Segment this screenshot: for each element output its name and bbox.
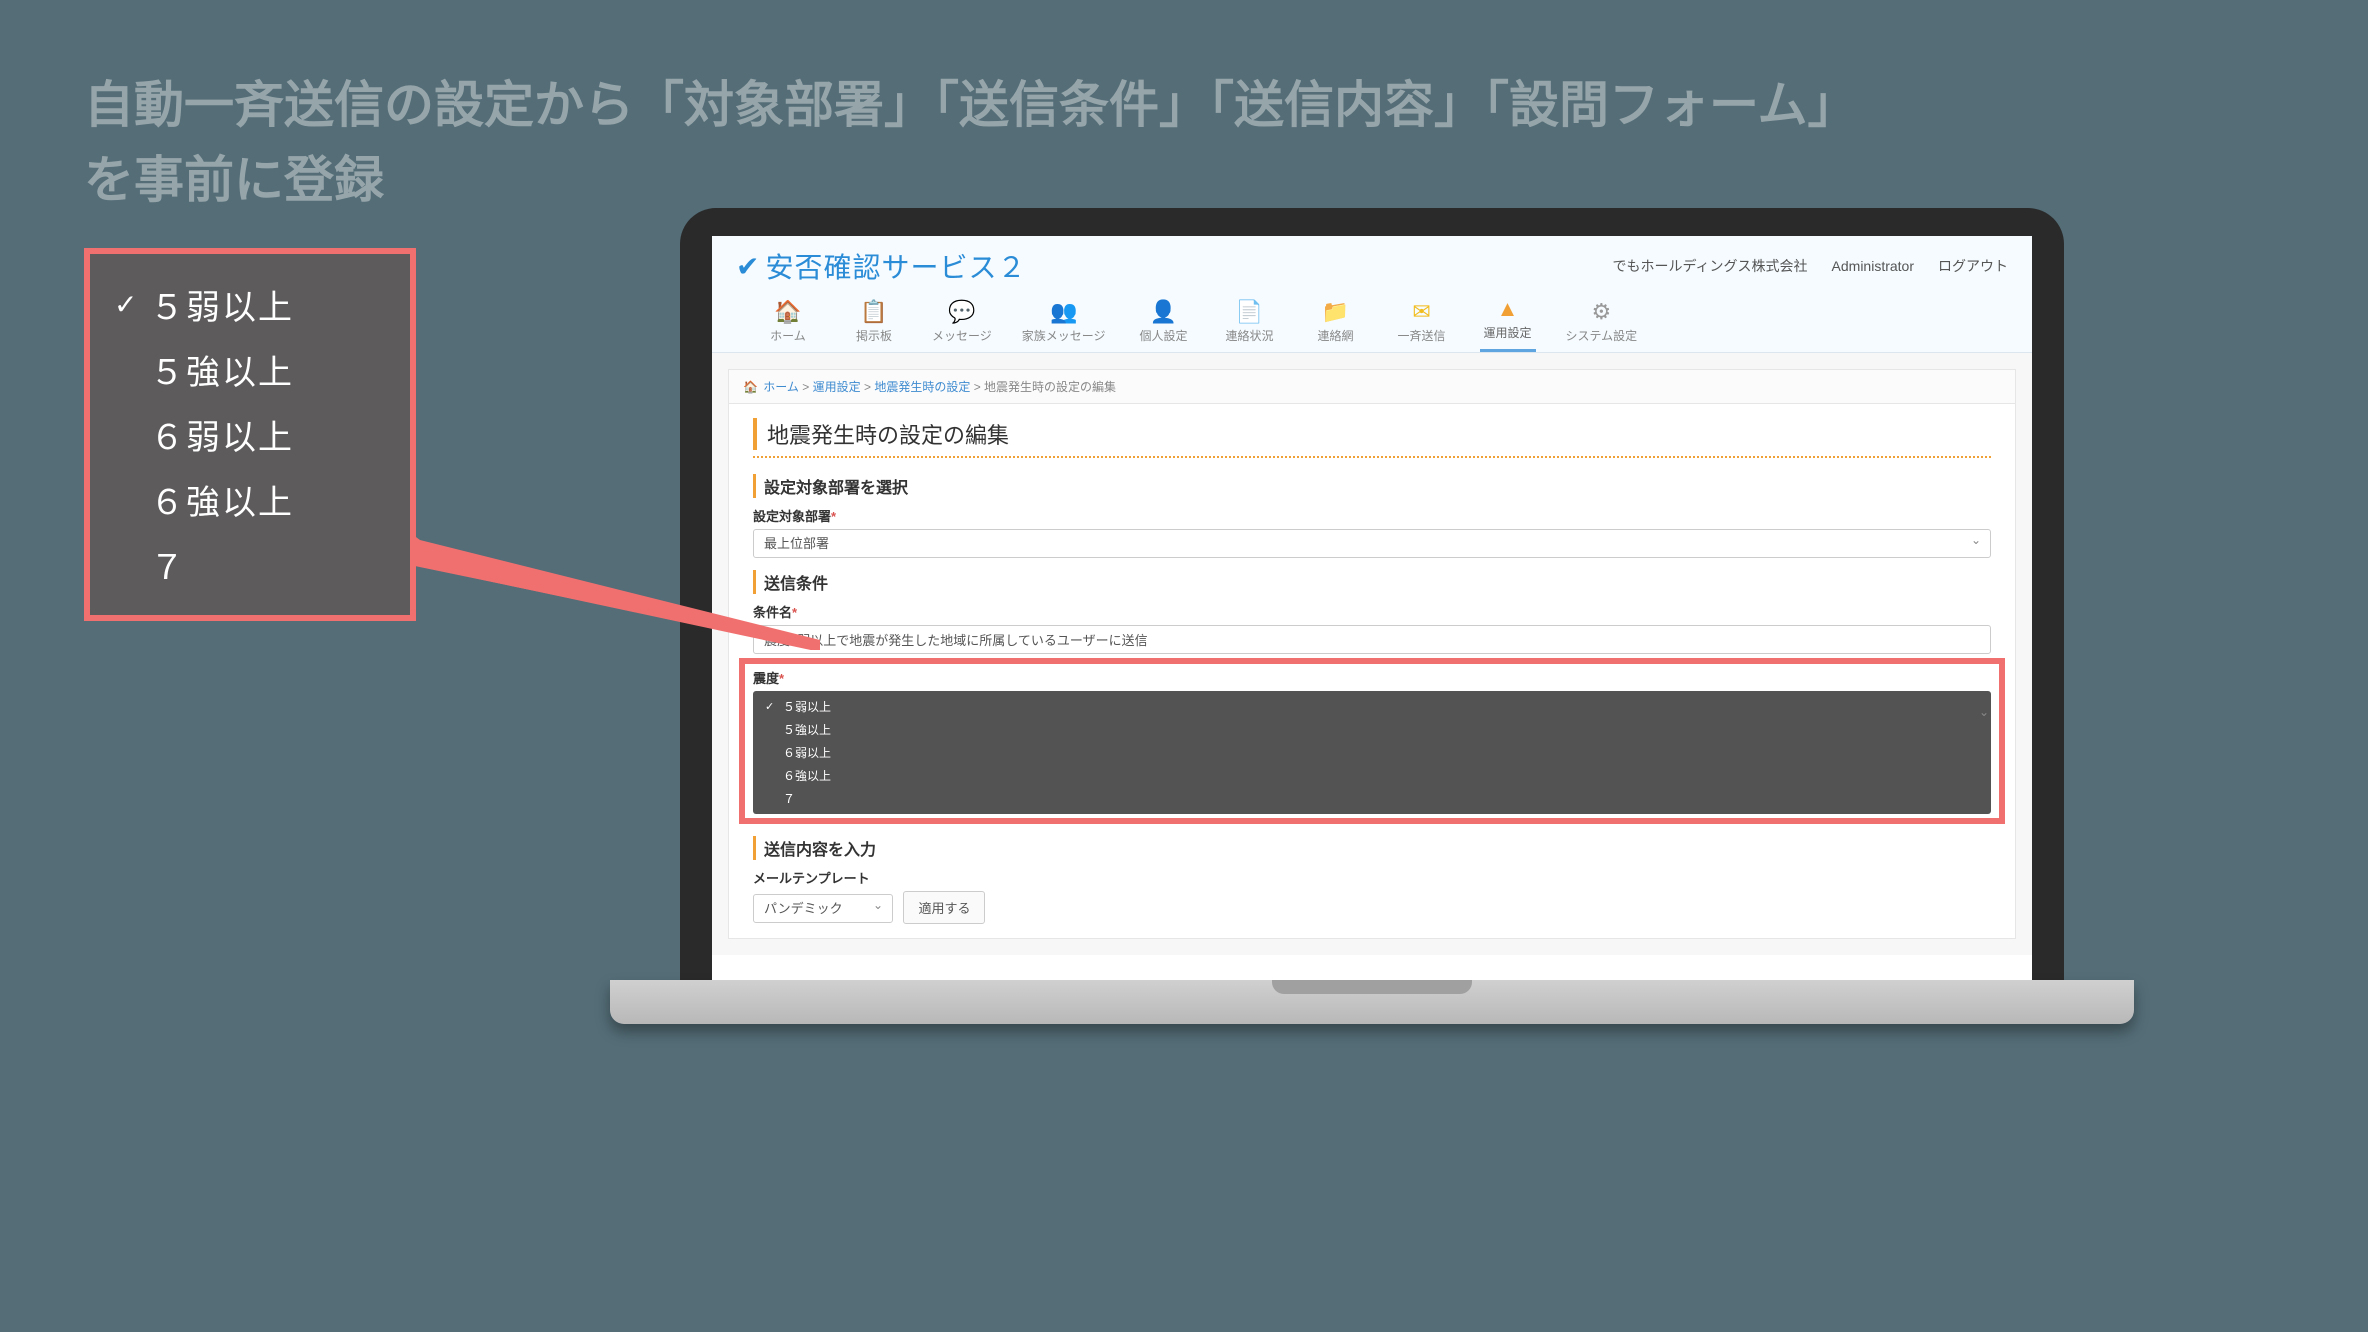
user-link[interactable]: Administrator: [1832, 258, 1914, 274]
company-name: でもホールディングス株式会社: [1613, 256, 1808, 276]
callout-option-label: ５弱以上: [150, 280, 294, 329]
nav-icon: 💬: [948, 299, 975, 325]
intensity-option-1[interactable]: ５強以上: [753, 718, 1991, 741]
breadcrumb-home[interactable]: ホーム: [763, 380, 799, 394]
department-label: 設定対象部署*: [753, 506, 1991, 525]
nav-item-7[interactable]: ✉ 一斉送信: [1394, 299, 1450, 352]
check-icon: ✓: [114, 288, 142, 321]
check-icon: ✓: [765, 700, 777, 713]
nav-label: メッセージ: [932, 327, 992, 344]
nav-label: 個人設定: [1140, 327, 1188, 344]
laptop-base: [610, 980, 2134, 1024]
intensity-callout: ✓５弱以上 ５強以上 ６弱以上 ６強以上 ７: [84, 248, 416, 621]
template-label: メールテンプレート: [753, 868, 1991, 887]
breadcrumb-l2[interactable]: 地震発生時の設定: [874, 380, 970, 394]
apply-button[interactable]: 適用する: [903, 891, 985, 924]
app-screen: ✔ 安否確認サービス２ でもホールディングス株式会社 Administrator…: [712, 236, 2032, 980]
intensity-option-3[interactable]: ６強以上: [753, 764, 1991, 787]
nav-item-4[interactable]: 👤 個人設定: [1136, 299, 1192, 352]
nav-item-3[interactable]: 👥 家族メッセージ: [1022, 299, 1106, 352]
brand-text: 安否確認サービス２: [765, 246, 1026, 286]
nav-icon: 📋: [860, 299, 887, 325]
nav-label: 連絡網: [1318, 327, 1354, 344]
nav-item-8[interactable]: ▲ 運用設定: [1480, 296, 1536, 352]
slide-title: 自動一斉送信の設定から「対象部署」「送信条件」「送信内容」「設問フォーム」を事前…: [84, 68, 1884, 218]
laptop-mockup: ✔ 安否確認サービス２ でもホールディングス株式会社 Administrator…: [680, 208, 2064, 1024]
nav-label: 家族メッセージ: [1022, 327, 1106, 344]
intensity-highlight: 震度* ✓５弱以上 ５強以上 ６弱以上 ６強以上 ７: [739, 658, 2005, 824]
brand-leaf-icon: ✔: [736, 250, 759, 283]
nav-icon: 🏠: [774, 299, 801, 325]
department-select[interactable]: 最上位部署: [753, 529, 1991, 558]
breadcrumb-l1[interactable]: 運用設定: [813, 380, 861, 394]
nav-item-5[interactable]: 📄 連絡状況: [1222, 299, 1278, 352]
nav-icon: 👤: [1150, 299, 1177, 325]
callout-option-2: ６弱以上: [114, 402, 386, 467]
nav-label: 掲示板: [856, 327, 892, 344]
nav-item-1[interactable]: 📋 掲示板: [846, 299, 902, 352]
intensity-label: 震度*: [753, 668, 1991, 687]
nav-item-6[interactable]: 📁 連絡網: [1308, 299, 1364, 352]
nav-item-9[interactable]: ⚙ システム設定: [1566, 299, 1638, 352]
nav-item-2[interactable]: 💬 メッセージ: [932, 299, 992, 352]
nav-icon: 📄: [1236, 299, 1263, 325]
nav-icon: ✉: [1412, 299, 1430, 325]
logout-link[interactable]: ログアウト: [1938, 256, 2008, 276]
callout-option-label: ５強以上: [150, 345, 294, 394]
nav-item-0[interactable]: 🏠 ホーム: [760, 299, 816, 352]
laptop-notch: [1272, 980, 1472, 994]
callout-option-3: ６強以上: [114, 467, 386, 532]
callout-option-label: ６弱以上: [150, 410, 294, 459]
divider: [753, 456, 1991, 458]
page-title: 地震発生時の設定の編集: [753, 418, 1991, 450]
callout-option-label: ７: [150, 540, 186, 589]
condition-name-label: 条件名*: [753, 602, 1991, 621]
nav-label: 連絡状況: [1226, 327, 1274, 344]
breadcrumb-current: 地震発生時の設定の編集: [984, 380, 1116, 394]
callout-option-0: ✓５弱以上: [114, 272, 386, 337]
nav-icon: 📁: [1322, 299, 1349, 325]
main-nav: 🏠 ホーム 📋 掲示板 💬 メッセージ 👥 家族メッセージ 👤 個人設定 📄 連絡状況 📁 連絡網 ✉ 一斉送…: [712, 286, 2032, 353]
nav-label: システム設定: [1566, 327, 1638, 344]
callout-option-label: ６強以上: [150, 475, 294, 524]
intensity-option-4[interactable]: ７: [753, 787, 1991, 810]
callout-option-1: ５強以上: [114, 337, 386, 402]
intensity-option-2[interactable]: ６弱以上: [753, 741, 1991, 764]
brand[interactable]: ✔ 安否確認サービス２: [736, 246, 1026, 286]
intensity-option-0[interactable]: ✓５弱以上: [753, 695, 1991, 718]
callout-option-4: ７: [114, 532, 386, 597]
nav-icon: ⚙: [1591, 299, 1611, 325]
condition-name-input[interactable]: [753, 625, 1991, 654]
nav-label: ホーム: [770, 327, 806, 344]
account-bar: でもホールディングス株式会社 Administrator ログアウト: [1613, 256, 2009, 276]
home-icon: 🏠: [743, 380, 758, 394]
breadcrumb: 🏠 ホーム > 運用設定 > 地震発生時の設定 > 地震発生時の設定の編集: [728, 369, 2016, 403]
nav-label: 一斉送信: [1398, 327, 1446, 344]
section-department-heading: 設定対象部署を選択: [753, 474, 1991, 498]
section-condition-heading: 送信条件: [753, 570, 1991, 594]
section-content-heading: 送信内容を入力: [753, 836, 1991, 860]
nav-icon: ▲: [1497, 296, 1519, 322]
nav-label: 運用設定: [1484, 324, 1532, 341]
nav-icon: 👥: [1050, 299, 1077, 325]
app-header: ✔ 安否確認サービス２ でもホールディングス株式会社 Administrator…: [712, 236, 2032, 286]
template-select[interactable]: パンデミック: [753, 894, 893, 923]
intensity-dropdown-open[interactable]: ✓５弱以上 ５強以上 ６弱以上 ６強以上 ７: [753, 691, 1991, 814]
